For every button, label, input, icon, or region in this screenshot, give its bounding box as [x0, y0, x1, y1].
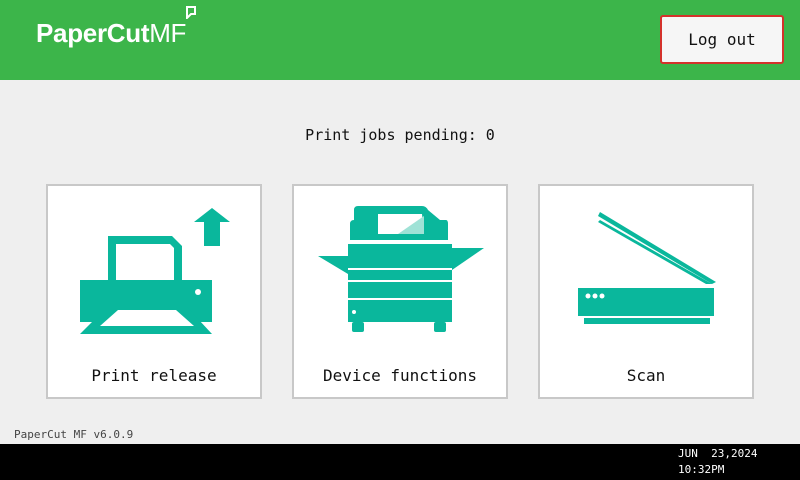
scan-label: Scan [626, 366, 666, 385]
print-release-label: Print release [91, 366, 217, 385]
device-functions-label: Device functions [322, 366, 478, 385]
status-clock: JUN 23,2024 10:32PM [678, 446, 757, 478]
header-bar: PaperCutMF Log out [0, 0, 800, 80]
device-functions-tile[interactable]: Device functions [292, 184, 508, 399]
version-text: PaperCut MF v6.0.9 [14, 428, 134, 441]
status-date: JUN 23,2024 [678, 447, 758, 460]
logout-button[interactable]: Log out [660, 15, 784, 64]
papercut-logo: PaperCutMF [36, 18, 186, 49]
scanner-icon [578, 212, 716, 324]
scan-tile[interactable]: Scan [538, 184, 754, 399]
logo-brand-name: PaperCut [36, 18, 150, 48]
logo-leaf-icon [186, 6, 196, 19]
logo-brand-suffix: MF [149, 18, 187, 48]
print-release-tile[interactable]: Print release [46, 184, 262, 399]
print-jobs-pending-text: Print jobs pending: 0 [305, 126, 495, 144]
status-time: 10:32PM [678, 463, 725, 476]
copier-icon [318, 206, 484, 332]
printer-release-icon [80, 208, 230, 334]
status-bar: JUN 23,2024 10:32PM [0, 444, 800, 480]
